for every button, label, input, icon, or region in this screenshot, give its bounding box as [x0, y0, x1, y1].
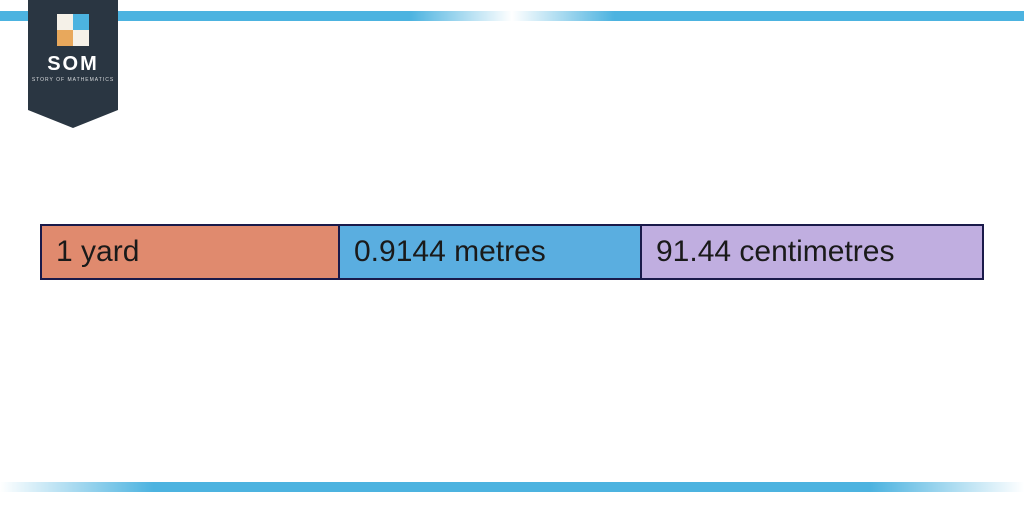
logo-main-text: SOM [28, 54, 118, 74]
conversion-table: 1 yard 0.9144 metres 91.44 centimetres [40, 224, 984, 280]
bottom-accent-bar [0, 482, 1024, 492]
cell-centimetres: 91.44 centimetres [642, 224, 984, 280]
logo-icon [57, 14, 89, 46]
top-accent-bar [0, 11, 1024, 21]
cell-yards: 1 yard [40, 224, 340, 280]
logo-sub-text: STORY OF MATHEMATICS [28, 77, 118, 83]
logo-badge: SOM STORY OF MATHEMATICS [28, 0, 118, 110]
cell-metres: 0.9144 metres [340, 224, 642, 280]
